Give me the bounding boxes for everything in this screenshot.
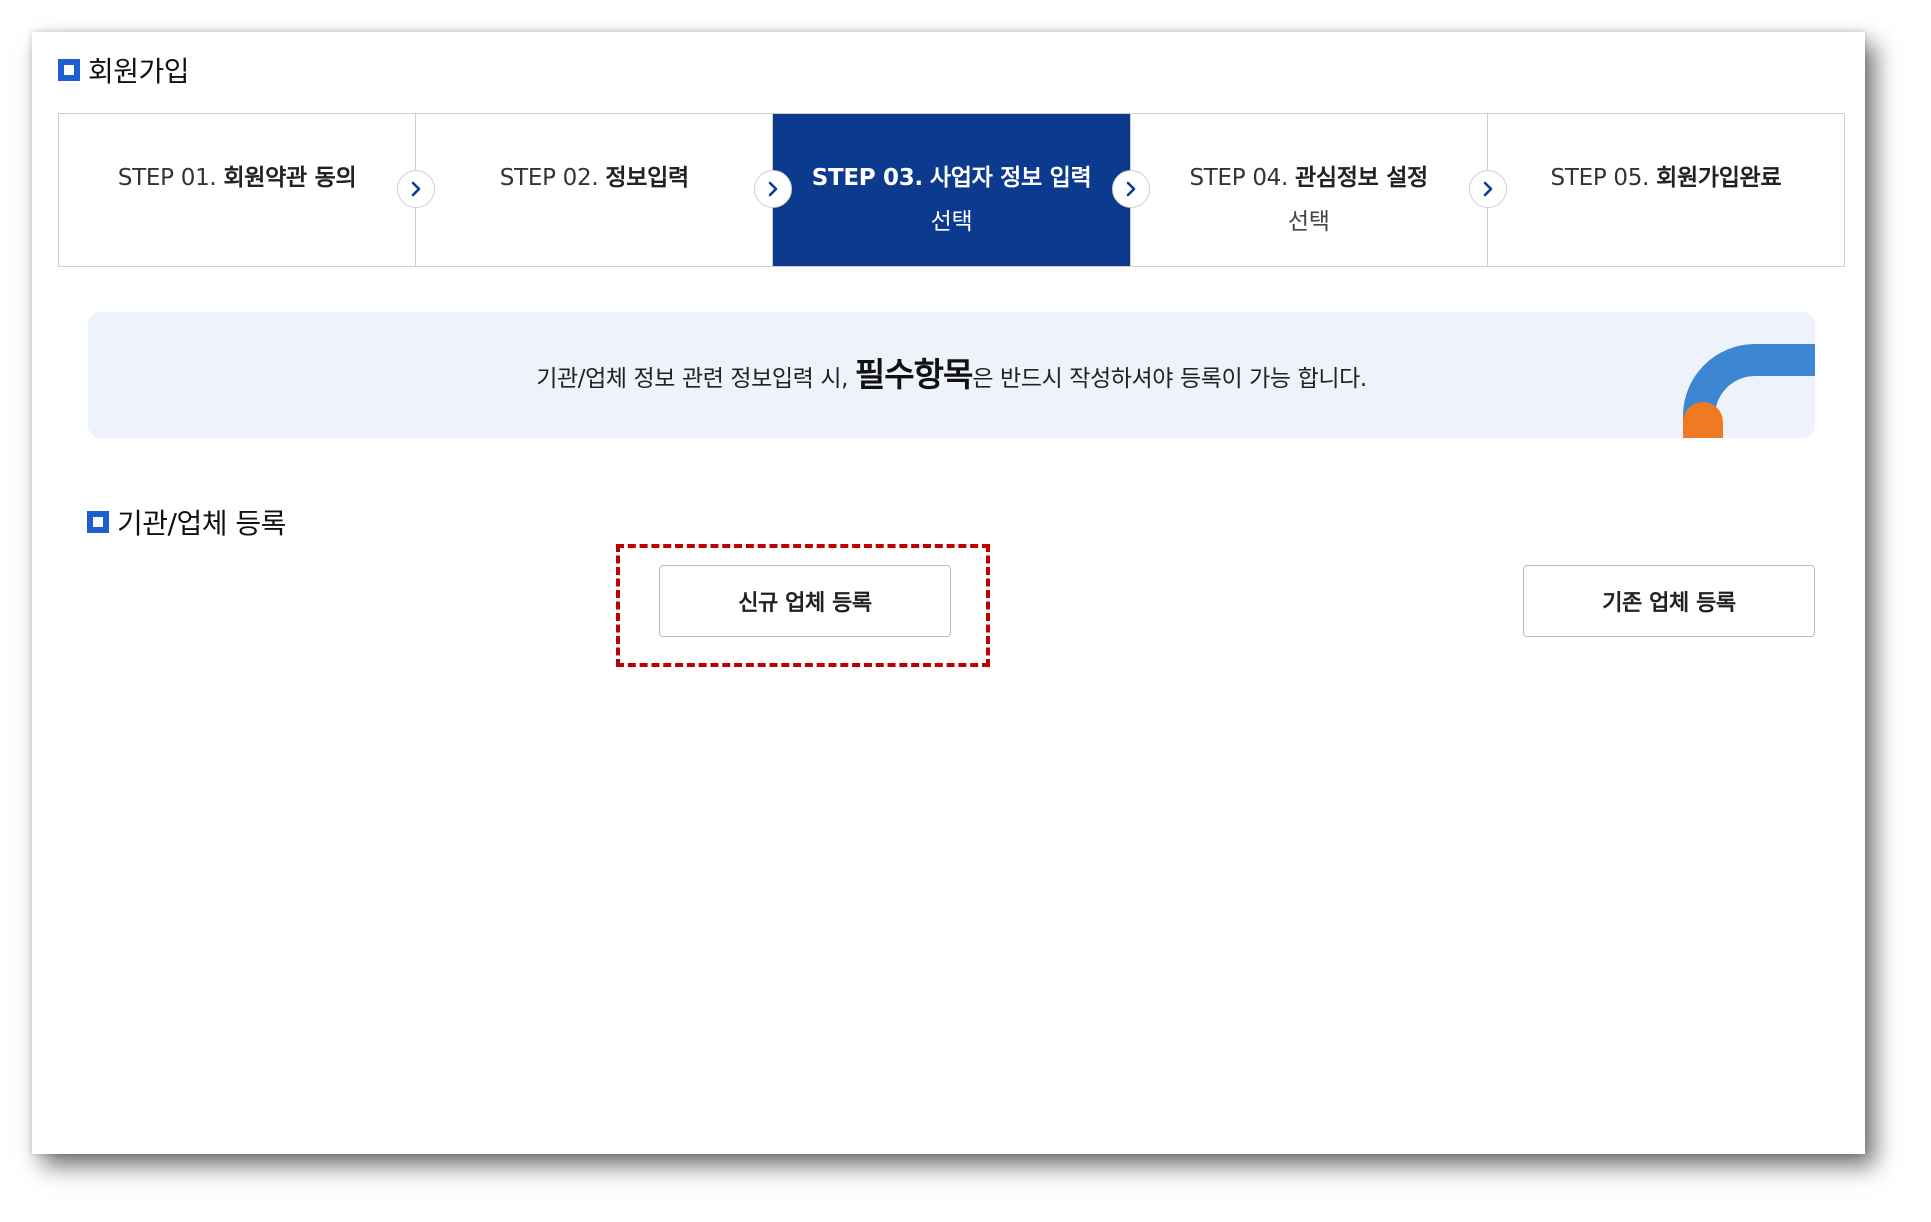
registration-title-text: 기관/업체 등록 xyxy=(117,507,286,540)
step-5-number: STEP 05. xyxy=(1550,165,1650,191)
step-progress-bar: STEP 01. 회원약관 동의 STEP 02. 정보입력 STEP 03. … xyxy=(58,113,1845,267)
required-fields-notice: 기관/업체 정보 관련 정보입력 시, 필수항목은 반드시 작성하셔야 등록이 … xyxy=(88,312,1815,438)
step-4-optional-label: 선택 xyxy=(1287,209,1330,235)
step-4-label: STEP 04. 관심정보 설정 xyxy=(1189,158,1428,192)
chevron-right-icon[interactable] xyxy=(1111,170,1150,208)
step-1: STEP 01. 회원약관 동의 xyxy=(59,114,436,266)
square-icon xyxy=(58,59,80,81)
decorative-arc-icon xyxy=(1683,344,1815,438)
square-icon xyxy=(87,511,109,533)
step-1-number: STEP 01. xyxy=(117,165,217,191)
notice-text: 기관/업체 정보 관련 정보입력 시, 필수항목은 반드시 작성하셔야 등록이 … xyxy=(88,348,1815,396)
page-title: 회원가입 xyxy=(58,50,190,90)
registration-section-title: 기관/업체 등록 xyxy=(87,502,286,542)
chevron-right-icon[interactable] xyxy=(397,170,436,208)
step-5: STEP 05. 회원가입완료 xyxy=(1488,114,1844,266)
existing-company-register-button[interactable]: 기존 업체 등록 xyxy=(1523,565,1815,637)
step-3-label: STEP 03. 사업자 정보 입력 xyxy=(812,158,1092,192)
step-2-label: STEP 02. 정보입력 xyxy=(500,158,689,192)
step-2-number: STEP 02. xyxy=(499,165,599,191)
step-3-number: STEP 03. xyxy=(811,165,923,191)
chevron-right-icon[interactable] xyxy=(1468,170,1507,208)
step-2-name: 정보입력 xyxy=(605,165,689,191)
step-1-name: 회원약관 동의 xyxy=(223,165,357,191)
step-4: STEP 04. 관심정보 설정 선택 xyxy=(1131,114,1507,266)
notice-text-after: 은 반드시 작성하셔야 등록이 가능 합니다. xyxy=(972,366,1367,392)
step-2: STEP 02. 정보입력 xyxy=(416,114,793,266)
step-5-label: STEP 05. 회원가입완료 xyxy=(1551,158,1782,192)
step-4-number: STEP 04. xyxy=(1189,165,1289,191)
notice-text-before: 기관/업체 정보 관련 정보입력 시, xyxy=(536,366,855,392)
step-5-name: 회원가입완료 xyxy=(1656,165,1782,191)
new-company-register-button[interactable]: 신규 업체 등록 xyxy=(659,565,951,637)
step-3-active: STEP 03. 사업자 정보 입력 선택 xyxy=(773,114,1150,266)
step-1-label: STEP 01. 회원약관 동의 xyxy=(117,158,357,192)
step-4-name: 관심정보 설정 xyxy=(1295,165,1428,191)
notice-emphasis: 필수항목 xyxy=(854,355,973,394)
signup-panel: 회원가입 STEP 01. 회원약관 동의 STEP 02. 정보입력 STEP… xyxy=(32,32,1865,1154)
step-3-optional-label: 선택 xyxy=(930,209,973,235)
page-title-text: 회원가입 xyxy=(88,55,190,88)
step-3-name: 사업자 정보 입력 xyxy=(929,165,1092,191)
